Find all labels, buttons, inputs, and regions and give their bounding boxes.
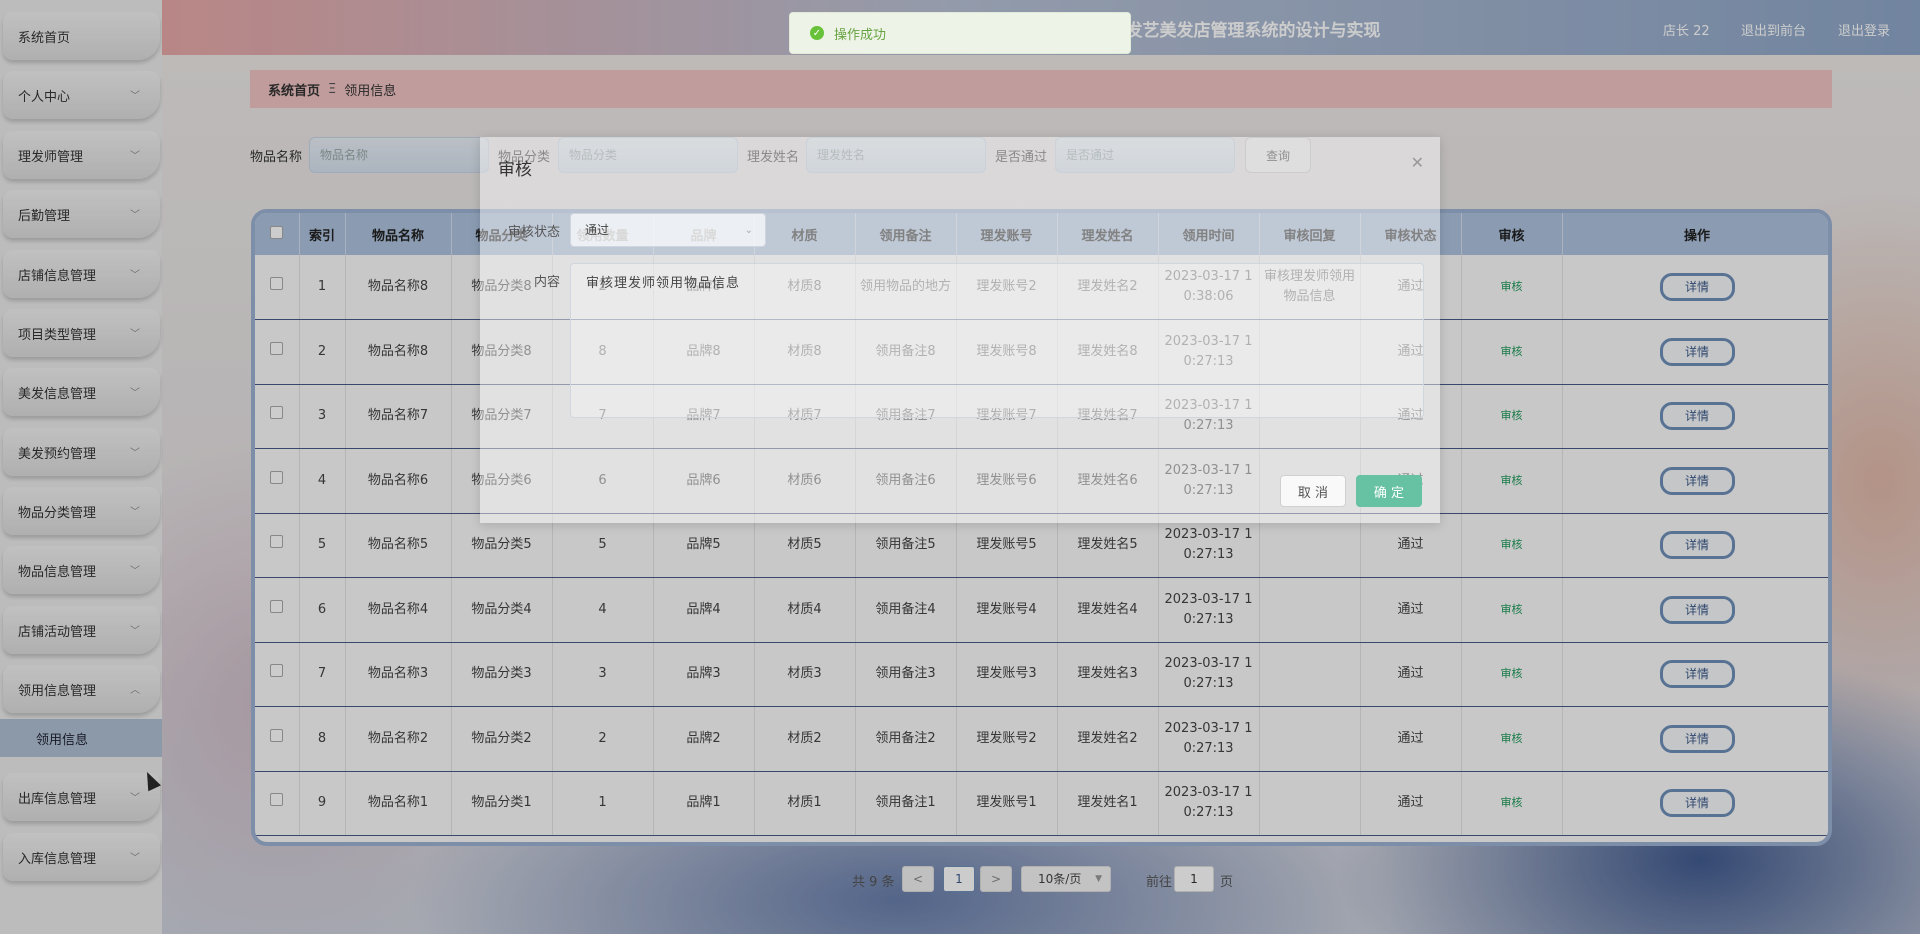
audit-dialog: 审核 ✕ 审核状态 通过 ⌄ 内容 取 消 确 定 [480, 137, 1440, 523]
close-icon[interactable]: ✕ [1411, 153, 1424, 172]
dialog-title: 审核 [498, 160, 532, 180]
success-toast: ✓ 操作成功 [789, 12, 1131, 54]
audit-status-label: 审核状态 [507, 225, 560, 240]
audit-content-textarea[interactable] [570, 263, 1424, 418]
toast-message: 操作成功 [834, 27, 887, 43]
audit-status-value: 通过 [585, 223, 610, 237]
audit-status-select[interactable]: 通过 ⌄ [570, 213, 766, 247]
audit-content-label: 内容 [533, 275, 560, 290]
cancel-button[interactable]: 取 消 [1280, 475, 1346, 507]
chevron-down-icon: ⌄ [744, 225, 753, 236]
confirm-button[interactable]: 确 定 [1356, 475, 1422, 507]
check-circle-icon: ✓ [810, 26, 824, 40]
